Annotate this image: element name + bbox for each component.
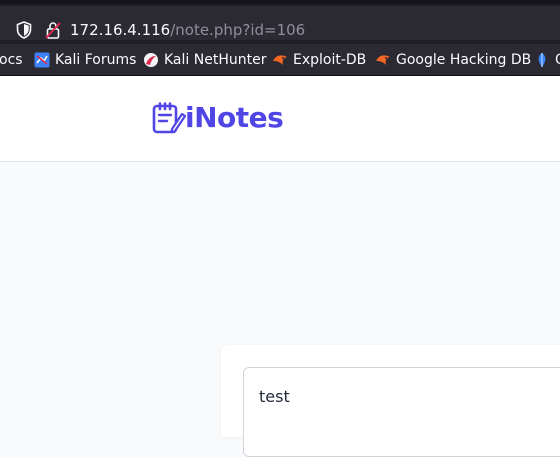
- url-host: 172.16.4.116: [70, 21, 171, 39]
- bookmark-label: Kali Forums: [55, 52, 137, 68]
- kali-forums-icon: [34, 52, 50, 68]
- bookmark-label: O: [555, 51, 560, 69]
- bookmark-label: Exploit-DB: [293, 52, 367, 68]
- site-header: iNotes: [0, 76, 560, 162]
- tab-strip: [0, 0, 560, 4]
- bookmark-label: ocs: [0, 52, 23, 68]
- bookmark-label: Kali NetHunter: [164, 52, 267, 68]
- url-text[interactable]: 172.16.4.116/note.php?id=106: [70, 20, 305, 40]
- notepad-icon[interactable]: [152, 102, 186, 134]
- bookmark-exploit-db[interactable]: Exploit-DB: [272, 51, 367, 69]
- lock-insecure-icon[interactable]: [45, 21, 61, 39]
- note-card: test: [221, 345, 560, 457]
- url-path: /note.php?id=106: [170, 21, 306, 39]
- browser-toolbar: 172.16.4.116/note.php?id=106: [0, 0, 560, 44]
- note-title-input[interactable]: test: [243, 367, 560, 457]
- bookmark-kali-forums[interactable]: Kali Forums: [34, 51, 137, 69]
- note-title-value: test: [259, 387, 290, 406]
- ghdb-icon: [376, 55, 390, 65]
- exploit-db-icon: [273, 55, 287, 65]
- kali-nethunter-icon: [144, 53, 158, 67]
- offsec-icon: [538, 53, 546, 67]
- bookmarks-toolbar: ocs Kali Forums Kali NetHunter Exploit-D…: [0, 44, 560, 76]
- bookmark-label: Google Hacking DB: [396, 52, 532, 68]
- site-logo-text[interactable]: iNotes: [185, 100, 284, 136]
- shield-icon[interactable]: [16, 21, 32, 39]
- bookmark-kali-nethunter[interactable]: Kali NetHunter: [143, 51, 267, 69]
- address-bar[interactable]: 172.16.4.116/note.php?id=106: [0, 6, 560, 40]
- bookmark-offsec[interactable]: O: [534, 51, 560, 69]
- bookmark-google-hacking-db[interactable]: Google Hacking DB: [375, 51, 531, 69]
